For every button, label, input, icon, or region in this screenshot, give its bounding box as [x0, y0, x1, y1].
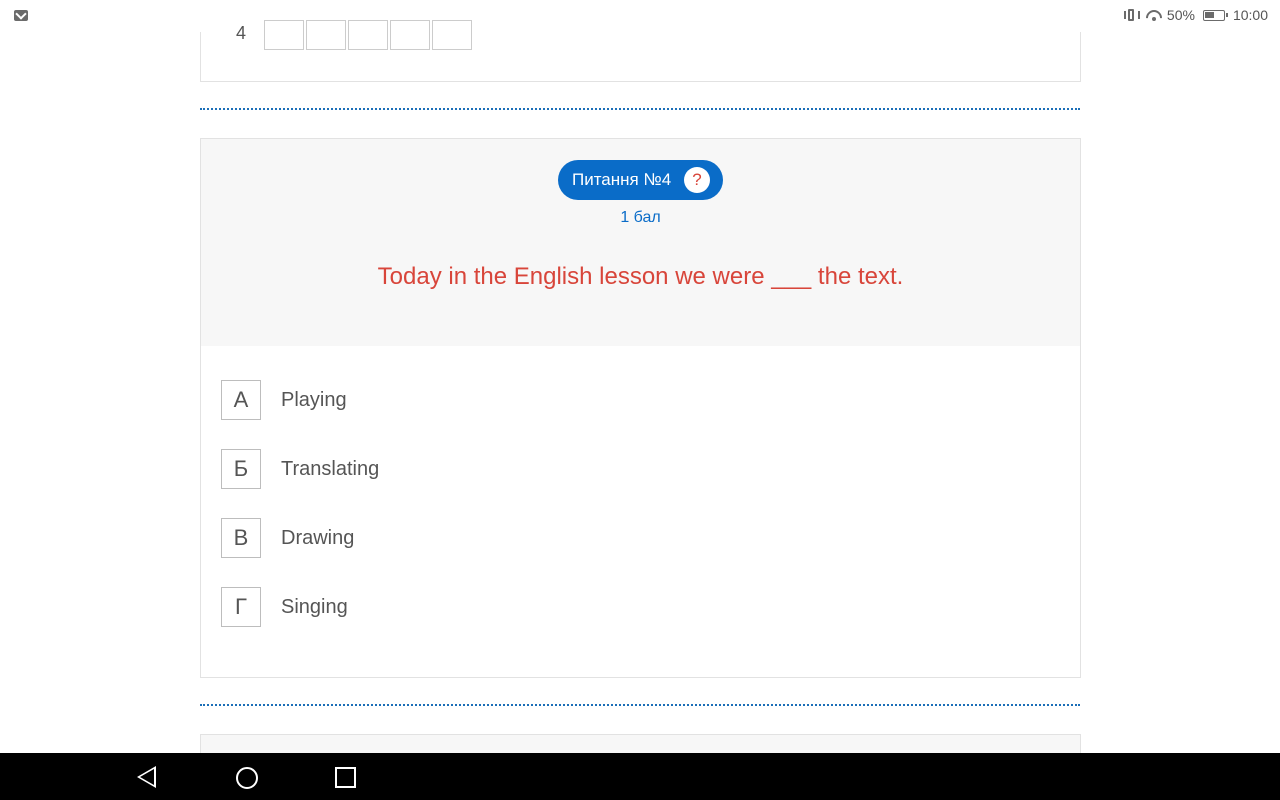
gmail-icon: [14, 10, 28, 21]
question-separator: [200, 108, 1080, 110]
answer-text[interactable]: Translating: [281, 458, 379, 481]
answer-option-c[interactable]: В Drawing: [221, 518, 354, 558]
match-answer-cells: [264, 20, 474, 50]
wifi-icon: [1145, 8, 1163, 22]
next-question-card: [200, 734, 1081, 754]
status-icons: 50% 10:00: [1123, 7, 1268, 23]
clock: 10:00: [1232, 7, 1268, 23]
vibrate-icon: [1123, 8, 1141, 22]
question-separator: [200, 704, 1080, 706]
question-number-badge: Питання №4 ?: [558, 160, 723, 200]
answer-option-a[interactable]: А Playing: [221, 380, 347, 420]
question-text: Today in the English lesson we were ___ …: [377, 263, 904, 290]
recent-apps-icon[interactable]: [335, 767, 356, 788]
battery-icon: [1202, 9, 1228, 21]
back-icon[interactable]: [137, 766, 156, 788]
status-bar: 50% 10:00: [0, 0, 1280, 32]
match-cell[interactable]: [348, 20, 388, 50]
previous-question-card: 4: [200, 20, 1081, 82]
answer-text[interactable]: Playing: [281, 389, 347, 412]
match-cell[interactable]: [432, 20, 472, 50]
question-header: Питання №4 ? 1 бал Today in the English …: [201, 139, 1080, 346]
answer-text[interactable]: Drawing: [281, 527, 354, 550]
answer-letter[interactable]: Б: [221, 449, 261, 489]
match-row-number: 4: [236, 23, 247, 43]
question-card: Питання №4 ? 1 бал Today in the English …: [200, 138, 1081, 678]
question-number-label: Питання №4: [572, 170, 672, 189]
question-points: 1 бал: [620, 209, 661, 226]
answer-option-d[interactable]: Г Singing: [221, 587, 348, 627]
answer-letter[interactable]: В: [221, 518, 261, 558]
navigation-bar: [0, 753, 1280, 800]
help-icon[interactable]: ?: [684, 167, 710, 193]
answer-option-b[interactable]: Б Translating: [221, 449, 379, 489]
battery-percent: 50%: [1166, 7, 1195, 23]
answer-text[interactable]: Singing: [281, 596, 348, 619]
home-icon[interactable]: [236, 767, 258, 789]
match-cell[interactable]: [390, 20, 430, 50]
answer-letter[interactable]: Г: [221, 587, 261, 627]
match-cell[interactable]: [264, 20, 304, 50]
answer-letter[interactable]: А: [221, 380, 261, 420]
match-cell[interactable]: [306, 20, 346, 50]
